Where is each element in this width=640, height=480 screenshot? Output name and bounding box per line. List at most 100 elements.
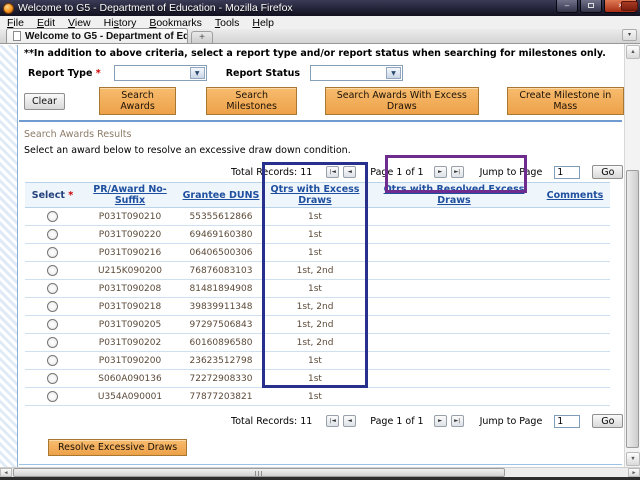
award-number-cell: P031T090218 bbox=[80, 302, 180, 312]
create-milestone-mass-button[interactable]: Create Milestone in Mass bbox=[507, 87, 624, 115]
menu-file[interactable]: File bbox=[7, 17, 24, 29]
horizontal-scrollbar-thumb[interactable] bbox=[13, 468, 505, 477]
award-number-cell: P031T090216 bbox=[80, 248, 180, 258]
select-cell bbox=[25, 247, 80, 258]
select-cell bbox=[25, 229, 80, 240]
select-cell bbox=[25, 391, 80, 402]
title-bar[interactable]: Welcome to G5 - Department of Education … bbox=[0, 0, 640, 16]
duns-column-header[interactable]: Grantee DUNS bbox=[180, 190, 262, 201]
select-award-radio[interactable] bbox=[47, 391, 58, 402]
go-button[interactable]: Go bbox=[592, 165, 623, 179]
table-row: U354A090001 77877203821 1st bbox=[25, 388, 610, 406]
select-award-radio[interactable] bbox=[47, 211, 58, 222]
jump-to-page-input[interactable] bbox=[554, 415, 580, 428]
grantee-duns-cell: 72272908330 bbox=[180, 374, 262, 384]
select-cell bbox=[25, 355, 80, 366]
search-awards-button[interactable]: Search Awards bbox=[99, 87, 176, 115]
menu-history[interactable]: History bbox=[104, 17, 137, 29]
results-instruction: Select an award below to resolve an exce… bbox=[24, 145, 624, 156]
vertical-scrollbar-thumb[interactable] bbox=[626, 170, 639, 448]
scroll-right-icon[interactable]: ► bbox=[628, 468, 640, 477]
prev-page-button[interactable]: ◄ bbox=[343, 415, 356, 427]
report-status-label: Report Status bbox=[226, 68, 300, 79]
clear-button[interactable]: Clear bbox=[24, 93, 65, 110]
select-award-radio[interactable] bbox=[47, 337, 58, 348]
select-cell bbox=[25, 211, 80, 222]
comments-column-header[interactable]: Comments bbox=[540, 190, 610, 201]
firefox-window: Welcome to G5 - Department of Education … bbox=[0, 0, 640, 480]
grantee-duns-cell: 81481894908 bbox=[180, 284, 262, 294]
select-cell bbox=[25, 337, 80, 348]
menu-bookmarks[interactable]: Bookmarks bbox=[149, 17, 202, 29]
section-divider bbox=[19, 120, 622, 122]
grantee-duns-cell: 60160896580 bbox=[180, 338, 262, 348]
scroll-up-icon[interactable]: ▲ bbox=[626, 45, 640, 59]
select-award-radio[interactable] bbox=[47, 283, 58, 294]
report-type-label: Report Type * bbox=[28, 68, 101, 79]
minimize-button[interactable]: – bbox=[556, 0, 578, 13]
required-asterisk: * bbox=[96, 68, 101, 79]
award-number-cell: P031T090200 bbox=[80, 356, 180, 366]
required-asterisk: * bbox=[68, 190, 73, 201]
left-stripe-border bbox=[0, 45, 18, 467]
search-awards-excess-draws-button[interactable]: Search Awards With Excess Draws bbox=[325, 87, 479, 115]
jump-to-page-input[interactable] bbox=[554, 166, 580, 179]
pagination-bottom: Total Records: 11 |◄ ◄ Page 1 of 1 ► ►| … bbox=[231, 414, 624, 428]
first-page-button[interactable]: |◄ bbox=[326, 415, 339, 427]
tab-title: Welcome to G5 - Department of Edu... bbox=[25, 31, 188, 42]
select-cell bbox=[25, 283, 80, 294]
page-favicon-icon bbox=[13, 31, 21, 41]
annotation-box-qtrs-excess bbox=[262, 162, 368, 388]
maximize-button[interactable] bbox=[580, 0, 602, 13]
resolve-excessive-draws-button[interactable]: Resolve Excessive Draws bbox=[48, 439, 187, 456]
annotation-box-qtrs-resolved bbox=[385, 155, 527, 193]
footer-divider bbox=[19, 464, 622, 465]
menu-view[interactable]: View bbox=[68, 17, 91, 29]
tab-welcome-g5[interactable]: Welcome to G5 - Department of Edu... bbox=[6, 28, 188, 43]
select-cell bbox=[25, 319, 80, 330]
criteria-note: **In addition to above criteria, select … bbox=[24, 48, 624, 59]
horizontal-scrollbar[interactable]: ◄ ► bbox=[0, 467, 640, 477]
search-milestones-button[interactable]: Search Milestones bbox=[206, 87, 297, 115]
last-page-button[interactable]: ►| bbox=[451, 415, 464, 427]
chevron-down-icon: ▾ bbox=[628, 32, 631, 38]
award-number-cell: S060A090136 bbox=[80, 374, 180, 384]
combo-arrow-icon[interactable]: ▼ bbox=[386, 67, 401, 79]
select-award-radio[interactable] bbox=[47, 319, 58, 330]
award-number-cell: P031T090210 bbox=[80, 212, 180, 222]
select-award-radio[interactable] bbox=[47, 229, 58, 240]
tab-bar: Welcome to G5 - Department of Edu... + ▾ bbox=[0, 29, 640, 44]
select-column-header: Select * bbox=[25, 190, 80, 201]
action-button-row: Clear Search Awards Search Milestones Se… bbox=[24, 87, 624, 115]
vertical-scrollbar[interactable]: ▲ ▼ bbox=[624, 44, 640, 467]
award-number-cell: U354A090001 bbox=[80, 392, 180, 402]
scrollbar-grip-icon bbox=[255, 471, 263, 476]
new-tab-button[interactable]: + bbox=[191, 31, 213, 43]
menu-edit[interactable]: Edit bbox=[37, 17, 55, 29]
award-column-header[interactable]: PR/Award No-Suffix bbox=[80, 184, 180, 206]
menu-tools[interactable]: Tools bbox=[215, 17, 240, 29]
select-award-radio[interactable] bbox=[47, 301, 58, 312]
tab-list-button[interactable]: ▾ bbox=[622, 29, 637, 41]
next-page-button[interactable]: ► bbox=[434, 415, 447, 427]
report-type-select[interactable]: ▼ bbox=[114, 65, 207, 81]
grantee-duns-cell: 69469160380 bbox=[180, 230, 262, 240]
prev-page-icon: ◄ bbox=[348, 418, 352, 424]
award-number-cell: P031T090205 bbox=[80, 320, 180, 330]
scroll-left-icon[interactable]: ◄ bbox=[0, 468, 12, 477]
scroll-down-icon[interactable]: ▼ bbox=[626, 452, 640, 466]
select-award-radio[interactable] bbox=[47, 247, 58, 258]
select-award-radio[interactable] bbox=[47, 265, 58, 276]
report-form-row: Report Type * ▼ Report Status ▼ bbox=[28, 65, 624, 81]
results-section-title: Search Awards Results bbox=[24, 129, 624, 140]
award-number-cell: P031T090208 bbox=[80, 284, 180, 294]
select-cell bbox=[25, 301, 80, 312]
combo-arrow-icon[interactable]: ▼ bbox=[190, 67, 205, 79]
select-award-radio[interactable] bbox=[47, 373, 58, 384]
grantee-duns-cell: 76876083103 bbox=[180, 266, 262, 276]
menu-help[interactable]: Help bbox=[252, 17, 274, 29]
report-status-select[interactable]: ▼ bbox=[310, 65, 403, 81]
go-button[interactable]: Go bbox=[592, 414, 623, 428]
select-award-radio[interactable] bbox=[47, 355, 58, 366]
grantee-duns-cell: 55355612866 bbox=[180, 212, 262, 222]
